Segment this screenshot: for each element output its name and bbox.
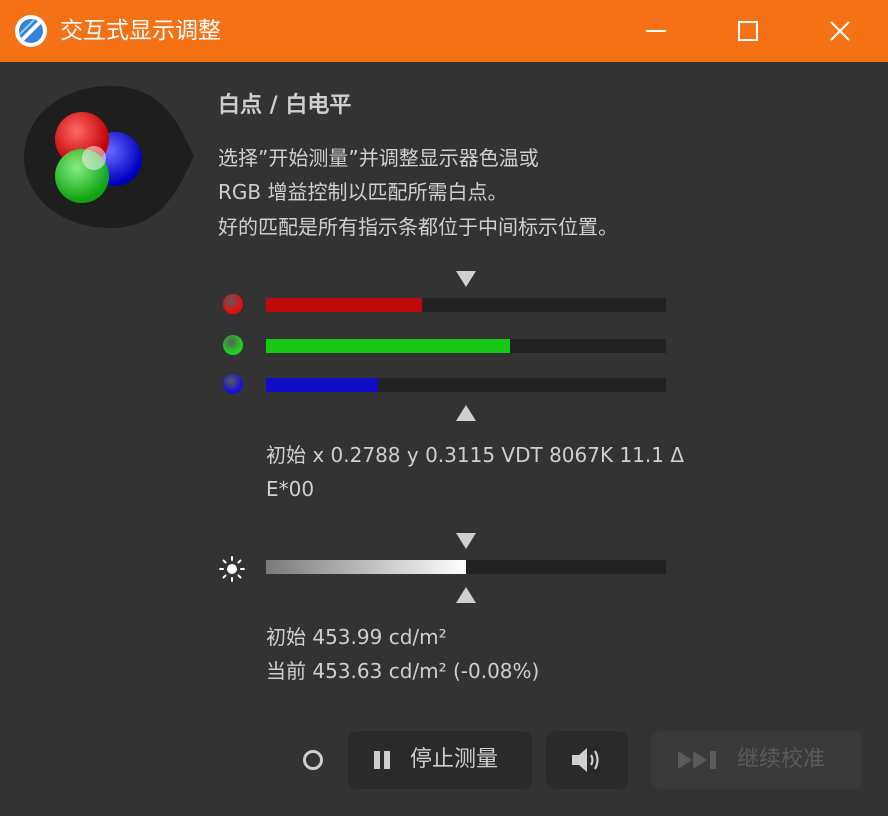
continue-calibration-button[interactable]: 继续校准 (651, 731, 862, 789)
red-channel-dot (223, 294, 243, 314)
luminance-target-marker-bottom (455, 586, 477, 604)
app-logo-icon (15, 15, 47, 47)
window-title: 交互式显示调整 (60, 18, 221, 44)
sound-toggle-button[interactable] (546, 731, 628, 789)
section-heading: 白点 / 白电平 (218, 93, 352, 118)
minimize-button[interactable] (628, 6, 684, 56)
color-readout-line: 初始 x 0.2788 y 0.3115 VDT 8067K 11.1 Δ (266, 443, 685, 467)
green-channel-fill (266, 339, 510, 353)
rgb-target-marker-top (455, 270, 477, 288)
rgb-target-marker-bottom (455, 404, 477, 422)
luminance-meter (266, 560, 666, 574)
luminance-current: 当前 453.63 cd/m² (-0.08%) (266, 659, 540, 683)
brightness-icon (219, 556, 245, 582)
rgb-circles-icon (24, 86, 194, 228)
stop-measurement-button[interactable]: 停止测量 (348, 731, 532, 789)
speaker-icon (572, 748, 599, 772)
blue-channel-fill (266, 378, 378, 392)
maximize-icon (738, 21, 758, 41)
color-readout-line: E*00 (266, 477, 315, 501)
description-line: RGB 增益控制以匹配所需白点。 (218, 180, 508, 204)
luminance-initial: 初始 453.99 cd/m² (266, 625, 447, 649)
green-channel-dot (223, 335, 243, 355)
luminance-fill (266, 560, 466, 574)
green-channel-meter (266, 339, 666, 353)
title-bar[interactable]: 交互式显示调整 (0, 0, 888, 62)
red-channel-fill (266, 298, 422, 312)
minimize-icon (646, 30, 666, 32)
status-indicator (303, 750, 323, 770)
description-line: 选择”开始测量”并调整显示器色温或 (218, 146, 539, 170)
skip-forward-icon (678, 751, 716, 769)
pause-icon (374, 751, 390, 769)
maximize-button[interactable] (720, 6, 776, 56)
close-icon (830, 21, 850, 41)
blue-channel-dot (223, 374, 243, 394)
stop-measurement-label: 停止测量 (410, 747, 499, 772)
blue-channel-meter (266, 378, 666, 392)
close-button[interactable] (812, 6, 868, 56)
continue-calibration-label: 继续校准 (737, 747, 826, 772)
description-line: 好的匹配是所有指示条都位于中间标示位置。 (218, 215, 618, 239)
red-channel-meter (266, 298, 666, 312)
luminance-target-marker-top (455, 532, 477, 550)
